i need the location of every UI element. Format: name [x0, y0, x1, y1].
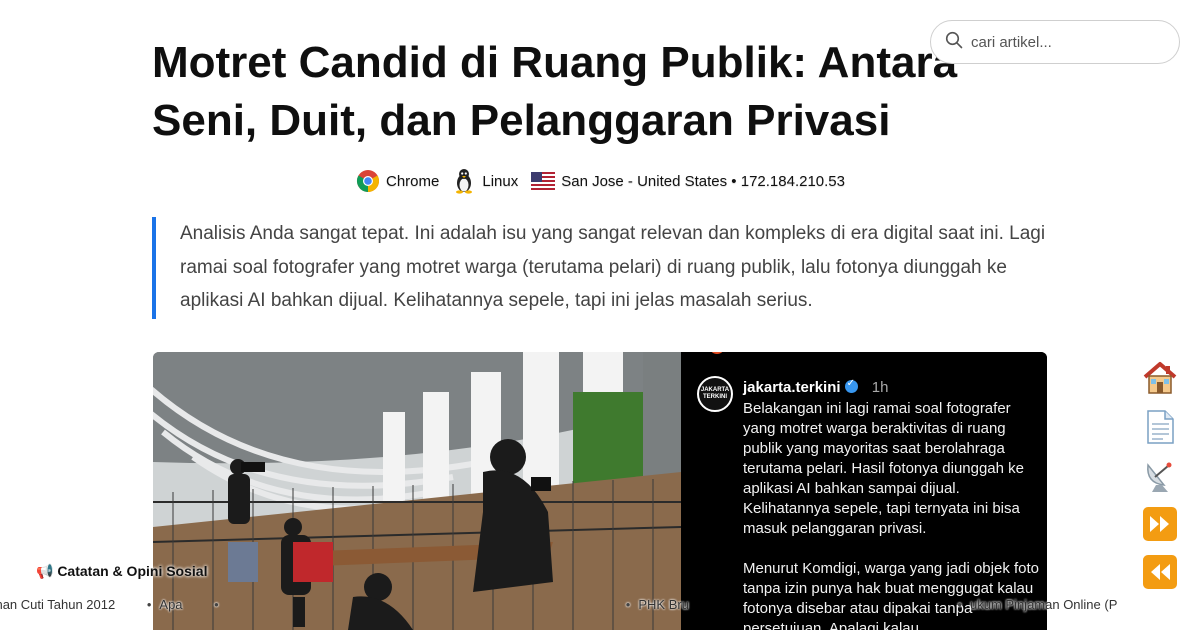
article-title: Motret Candid di Ruang Publik: Antara Se… — [152, 34, 992, 150]
article-title-line-1: Motret Candid di Ruang Publik: Antara — [152, 38, 958, 87]
related-articles-ticker: Perjalanan Cuti Tahun 2012 Apa PHK Bru u… — [0, 597, 1200, 617]
article-featured-image: JAKARTA TERKINI jakarta.terkini 1h Belak… — [153, 352, 1047, 630]
fast-forward-icon — [1143, 506, 1177, 541]
article-title-line-2: Seni, Duit, dan Pelanggaran Privasi — [152, 96, 891, 145]
os-label: Linux — [482, 172, 519, 190]
ticker-item[interactable]: PHK Bru — [626, 597, 926, 612]
story-ring-dot — [709, 352, 725, 354]
document-icon — [1147, 409, 1174, 444]
post-header: jakarta.terkini 1h — [743, 378, 889, 396]
browser-label: Chrome — [386, 172, 440, 190]
location-ip-label: San Jose - United States • 172.184.210.5… — [561, 172, 845, 190]
search-icon — [945, 31, 963, 54]
ticker-track: Perjalanan Cuti Tahun 2012 Apa PHK Bru u… — [0, 597, 1145, 612]
ticker-item[interactable]: ukum Pinjaman Online (P — [957, 597, 1117, 612]
chrome-icon — [355, 168, 381, 194]
instagram-post-screenshot: JAKARTA TERKINI jakarta.terkini 1h Belak… — [681, 352, 1047, 630]
next-button[interactable] — [1140, 504, 1180, 544]
photographers-scene-image — [153, 352, 682, 630]
satellite-icon — [1147, 462, 1172, 492]
feed-button[interactable] — [1140, 455, 1180, 495]
post-username: jakarta.terkini — [743, 379, 841, 396]
search-box[interactable] — [930, 20, 1180, 64]
side-navigation — [1140, 358, 1180, 601]
us-flag-icon — [530, 168, 556, 194]
home-button[interactable] — [1140, 358, 1180, 398]
article-lead-quote: Analisis Anda sangat tepat. Ini adalah i… — [152, 217, 1052, 319]
ticker-item[interactable]: Perjalanan Cuti Tahun 2012 — [0, 597, 115, 612]
ticker-item[interactable] — [214, 597, 594, 612]
linux-penguin-icon — [451, 168, 477, 194]
post-caption: Belakangan ini lagi ramai soal fotografe… — [743, 400, 1040, 630]
previous-button[interactable] — [1140, 552, 1180, 592]
rewind-icon — [1143, 555, 1177, 589]
category-label[interactable]: 📢 Catatan & Opini Sosial — [36, 563, 207, 580]
ticker-item[interactable]: Apa — [147, 597, 182, 612]
home-icon — [1143, 362, 1177, 394]
verified-badge-icon — [844, 378, 858, 393]
visitor-meta: Chrome Linux San Jose - United States • … — [0, 168, 1200, 194]
account-avatar: JAKARTA TERKINI — [697, 376, 733, 412]
articles-button[interactable] — [1140, 407, 1180, 447]
post-time: 1h — [871, 379, 889, 396]
search-input[interactable] — [971, 33, 1161, 51]
